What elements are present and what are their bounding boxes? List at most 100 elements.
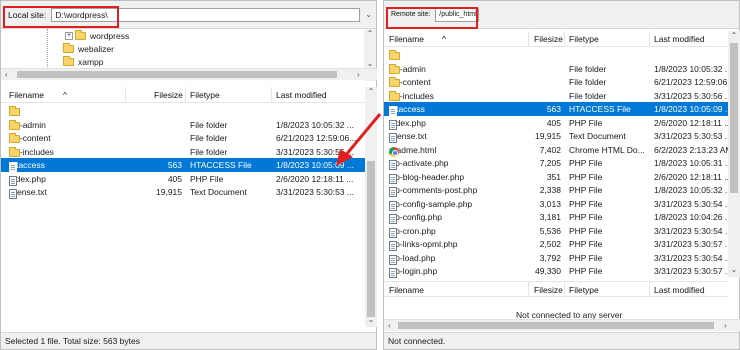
file-name-cell: wp-config.php — [389, 212, 442, 224]
tree-item-label: xampp — [78, 56, 104, 67]
file-row[interactable]: license.txt 19,915 Text Document 3/31/2023 … — [384, 129, 732, 143]
file-row[interactable]: wp-config-sample.php 3,013 PHP File 3/31/20… — [384, 197, 732, 211]
scroll-left-icon[interactable]: ‹ — [5, 69, 8, 81]
tree-guide-line — [47, 29, 48, 69]
file-row[interactable]: wp-links-opml.php 2,502 PHP File 3/31/2023 … — [384, 237, 732, 251]
tree-item-webalizer[interactable]: webalizer — [63, 42, 114, 55]
scroll-up-icon[interactable]: ⌃ — [728, 31, 740, 40]
scroll-right-icon[interactable]: › — [724, 320, 727, 332]
file-row[interactable]: wp-login.php 49,330 PHP File 3/31/2023 5:30… — [384, 264, 732, 278]
scroll-up-icon[interactable]: ⌃ — [365, 87, 377, 96]
tree-horizontal-scrollbar[interactable]: ‹ › — [1, 68, 377, 80]
local-list-vertical-scrollbar[interactable]: ⌃ ⌄ — [365, 87, 377, 327]
tree-item-wordpress[interactable]: + wordpress — [65, 29, 129, 42]
file-row[interactable]: wp-load.php 3,792 PHP File 3/31/2023 5:30:5… — [384, 251, 732, 265]
column-header-filetype[interactable]: Filetype — [569, 285, 599, 295]
scroll-right-icon[interactable]: › — [357, 69, 360, 81]
column-divider[interactable] — [528, 31, 529, 47]
file-name-cell: index.php — [389, 118, 426, 130]
chevron-down-icon[interactable]: ⌄ — [365, 10, 372, 19]
file-row[interactable]: readme.html 7,402 Chrome HTML Do... 6/2/202… — [384, 143, 732, 157]
file-type: PHP File — [569, 239, 603, 249]
remote-list-vertical-scrollbar[interactable]: ⌃ ⌄ — [728, 31, 740, 277]
file-name-cell: .htaccess — [389, 104, 425, 116]
column-header-modified[interactable]: Last modified — [654, 285, 705, 295]
column-divider[interactable] — [649, 31, 650, 47]
file-row[interactable]: wp-includes File folder 3/31/2023 5:30:56 … — [384, 89, 732, 103]
column-header-filesize[interactable]: Filesize — [534, 34, 563, 44]
file-name-cell: wp-cron.php — [389, 226, 436, 238]
local-list-header: ^ Filename Filesize Filetype Last modifi… — [1, 87, 365, 103]
column-divider[interactable] — [649, 282, 650, 298]
column-header-filename[interactable]: Filename — [9, 90, 44, 100]
file-icon — [389, 214, 397, 224]
column-divider[interactable] — [528, 282, 529, 298]
tree-item-xampp[interactable]: xampp — [63, 55, 104, 68]
remote-queue-header: Filename Filesize Filetype Last modified — [384, 281, 728, 298]
file-icon — [9, 175, 17, 186]
column-header-filetype[interactable]: Filetype — [569, 34, 599, 44]
column-header-filesize[interactable]: Filesize — [534, 285, 563, 295]
file-icon — [389, 187, 397, 197]
column-divider[interactable] — [125, 87, 126, 103]
file-row[interactable]: wp-admin File folder 1/8/2023 10:05:32 ... — [1, 118, 365, 132]
scrollbar-thumb[interactable] — [17, 71, 337, 78]
column-header-modified[interactable]: Last modified — [654, 34, 705, 44]
file-row[interactable]: wp-activate.php 7,205 PHP File 1/8/2023 10:… — [384, 156, 732, 170]
file-row[interactable]: index.php 405 PHP File 2/6/2020 12:18:11 ..… — [1, 172, 365, 186]
file-name: wp-activate.php — [389, 158, 449, 168]
file-size: 563 — [546, 104, 561, 114]
file-size: 7,205 — [539, 158, 561, 168]
file-icon — [9, 189, 17, 199]
file-row[interactable]: license.txt 19,915 Text Document 3/31/2023 … — [1, 185, 365, 199]
file-type: PHP File — [569, 198, 603, 209]
file-row[interactable]: index.php 405 PHP File 2/6/2020 12:18:11 ..… — [384, 116, 731, 130]
file-row[interactable]: wp-blog-header.php 351 PHP File 2/6/2020 12… — [384, 170, 731, 184]
file-row[interactable]: wp-comments-post.php 2,338 PHP File 1/8/202… — [384, 183, 732, 197]
column-divider[interactable] — [564, 31, 565, 47]
file-row[interactable]: .. — [1, 104, 365, 118]
file-row[interactable]: wp-content File folder 6/21/2023 12:59:06.… — [1, 131, 365, 145]
remote-site-input[interactable]: /public_html — [435, 7, 480, 22]
remote-queue-horizontal-scrollbar[interactable]: ‹ › — [384, 319, 740, 331]
scroll-down-icon[interactable]: ⌄ — [728, 265, 740, 274]
file-row[interactable]: .htaccess 563 HTACCESS File 1/8/2023 10:05:… — [1, 158, 365, 172]
file-row[interactable]: wp-cron.php 5,536 PHP File 3/31/2023 5:30:5… — [384, 224, 732, 238]
file-row[interactable]: wp-admin File folder 1/8/2023 10:05:32 ... — [384, 62, 732, 76]
file-row[interactable]: wp-content File folder 6/21/2023 12:59:06.… — [384, 75, 734, 89]
file-type: HTACCESS File — [569, 104, 631, 114]
scrollbar-thumb[interactable] — [730, 43, 738, 193]
scroll-down-icon[interactable]: ⌄ — [365, 315, 377, 324]
column-divider[interactable] — [271, 87, 272, 103]
chrome-icon — [389, 146, 399, 157]
file-row[interactable]: wp-includes File folder 3/31/2023 5:30:56 … — [1, 145, 365, 159]
column-divider[interactable] — [185, 87, 186, 103]
file-modified: 6/21/2023 12:59:06... — [654, 77, 735, 87]
file-type: PHP File — [569, 252, 603, 263]
scroll-up-icon[interactable]: ⌃ — [364, 29, 376, 38]
scroll-left-icon[interactable]: ‹ — [388, 320, 391, 332]
file-row[interactable]: .htaccess 563 HTACCESS File 1/8/2023 10:05:… — [384, 102, 732, 116]
scroll-down-icon[interactable]: ⌄ — [364, 59, 376, 68]
file-name: wp-comments-post.php — [389, 185, 478, 195]
local-status-bar: Selected 1 file. Total size: 563 bytes — [1, 332, 376, 349]
file-name-cell: wp-content — [9, 133, 51, 143]
file-row[interactable]: wp-config.php 3,181 PHP File 1/8/2023 10:04… — [384, 210, 732, 224]
column-header-filename[interactable]: Filename — [389, 34, 424, 44]
column-header-filesize[interactable]: Filesize — [154, 90, 183, 100]
file-modified: 1/8/2023 10:04:26 ... — [654, 212, 732, 222]
file-modified: 3/31/2023 5:30:54 ... — [654, 225, 732, 236]
column-header-filetype[interactable]: Filetype — [190, 90, 220, 100]
file-row[interactable]: .. — [384, 48, 728, 62]
local-site-input[interactable]: D:\wordpress\ — [51, 7, 360, 22]
scrollbar-thumb[interactable] — [367, 161, 375, 317]
file-type: PHP File — [569, 185, 603, 195]
column-divider[interactable] — [564, 282, 565, 298]
folder-icon — [63, 42, 74, 53]
scrollbar-thumb[interactable] — [398, 322, 714, 329]
file-name-cell: wp-config-sample.php — [389, 199, 472, 211]
expand-icon[interactable]: + — [65, 31, 73, 40]
column-header-filename[interactable]: Filename — [389, 285, 424, 295]
column-header-modified[interactable]: Last modified — [276, 90, 327, 100]
file-type: Chrome HTML Do... — [569, 144, 645, 155]
